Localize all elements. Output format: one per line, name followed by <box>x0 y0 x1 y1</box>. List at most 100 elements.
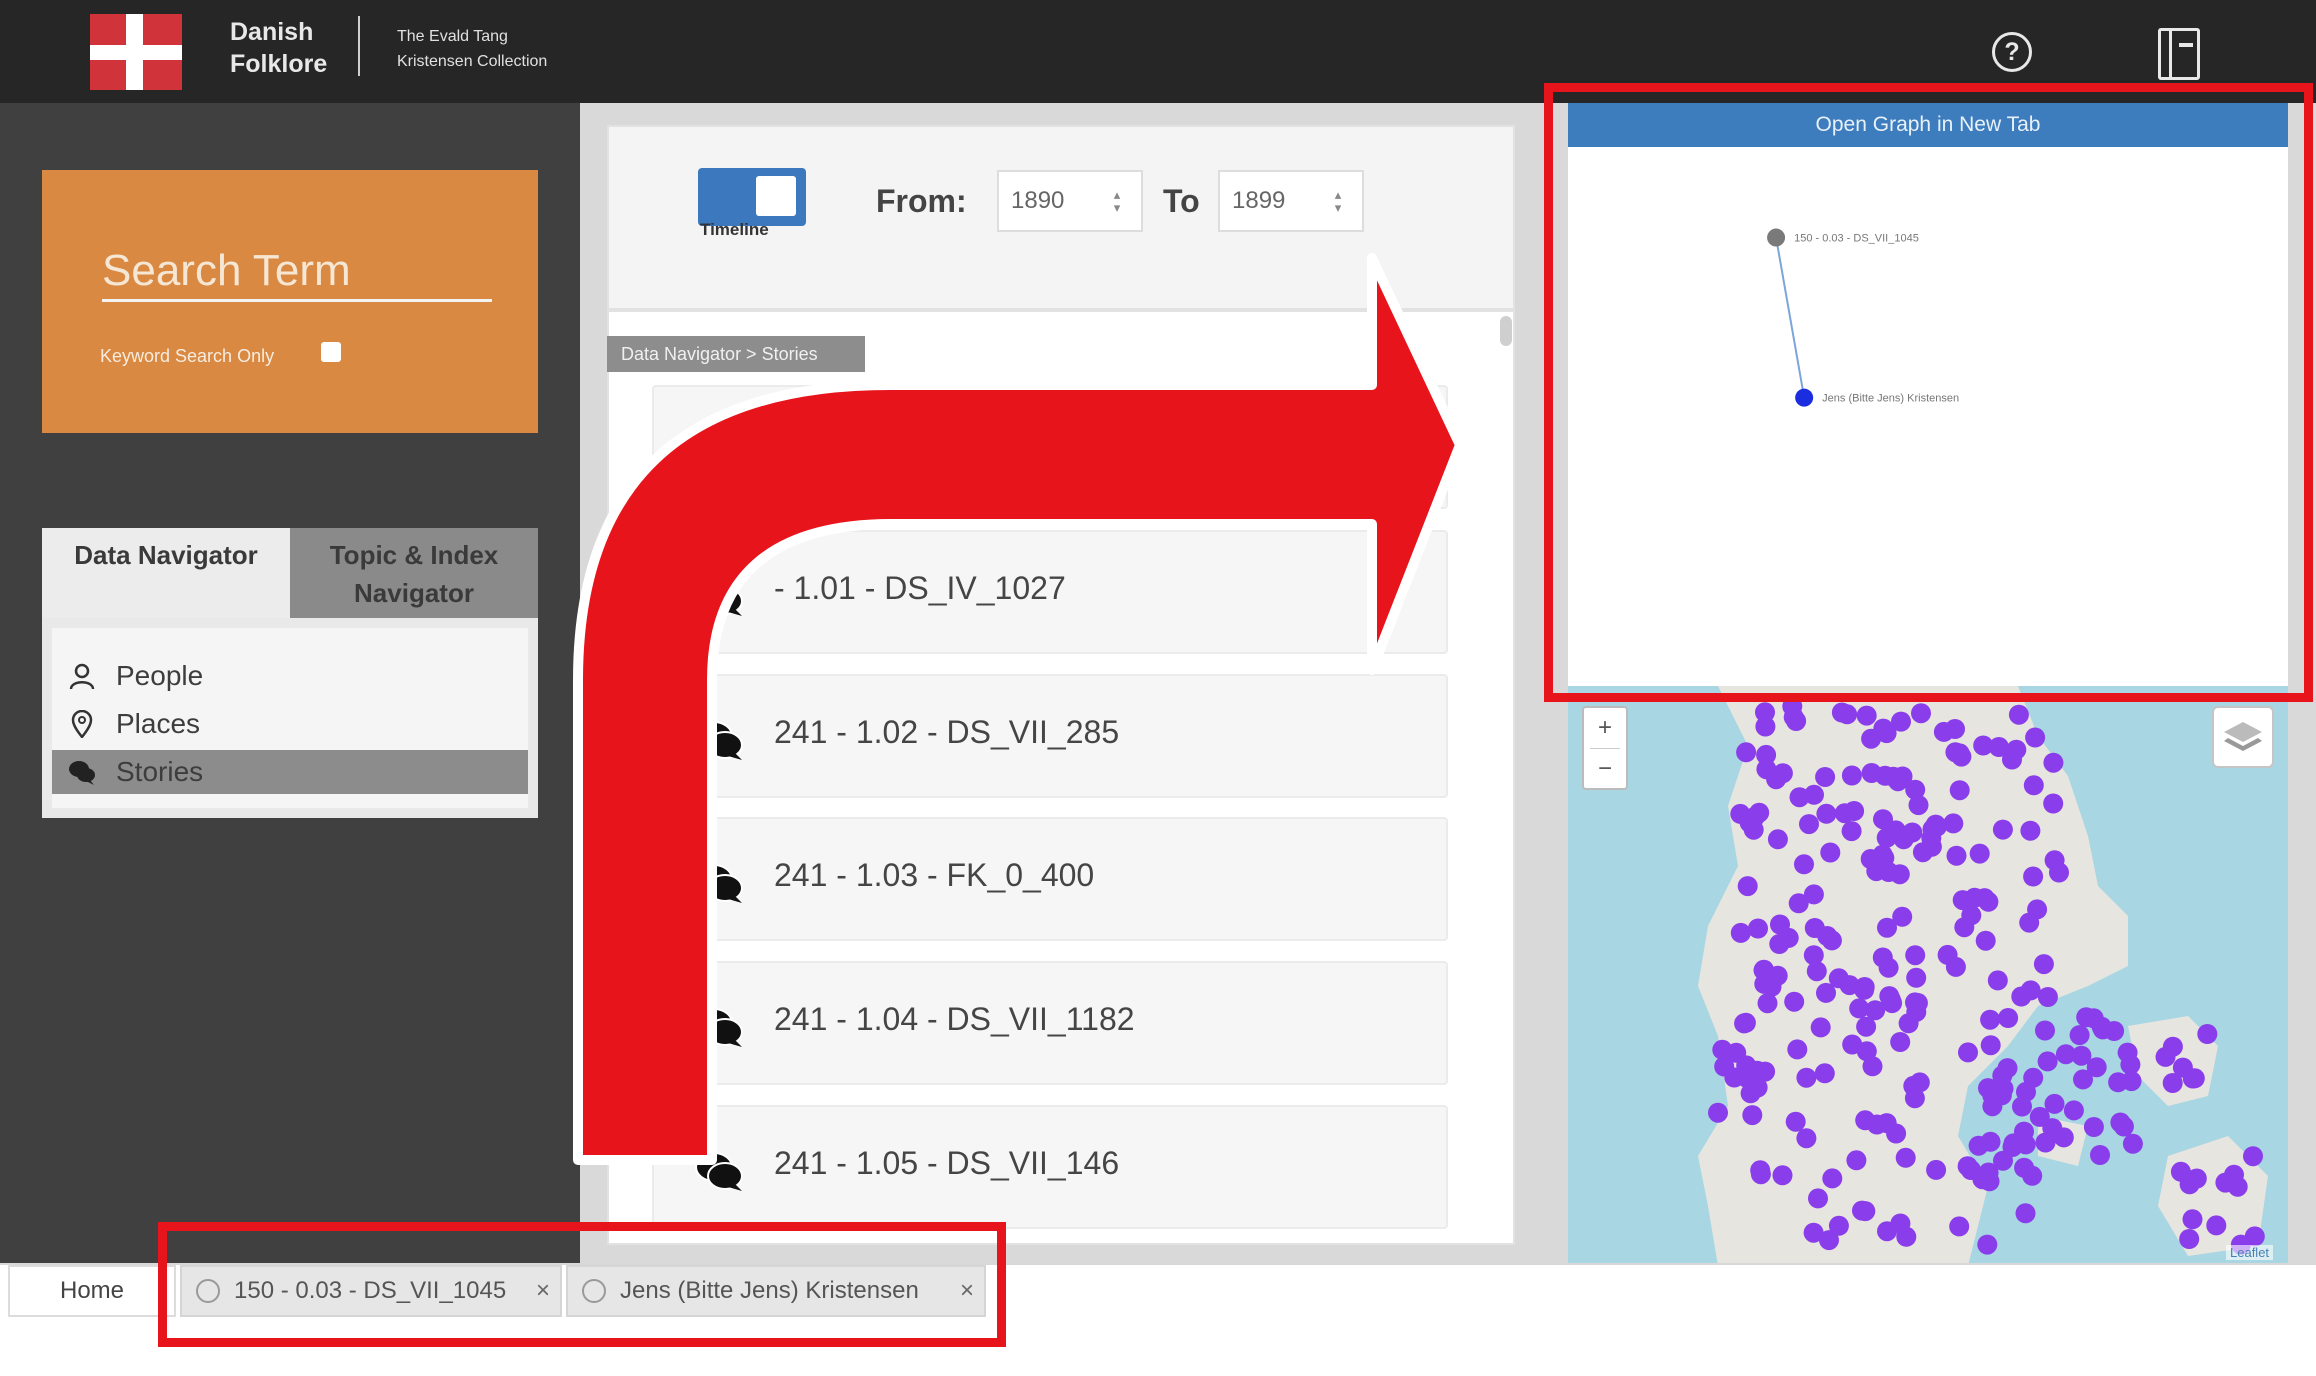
nav-item-people[interactable]: People <box>52 654 528 698</box>
map-marker[interactable] <box>2206 1215 2227 1236</box>
map-marker[interactable] <box>1878 862 1899 882</box>
map-marker[interactable] <box>2083 1117 2104 1137</box>
map-marker[interactable] <box>1992 819 2013 840</box>
map-marker[interactable] <box>2029 1106 2050 1127</box>
map-marker[interactable] <box>1756 759 1777 780</box>
map-marker[interactable] <box>2022 1165 2043 1186</box>
map-marker[interactable] <box>1814 1063 1835 1084</box>
map-marker[interactable] <box>1855 1201 1876 1222</box>
map-marker[interactable] <box>1982 1096 2003 1117</box>
map-marker[interactable] <box>2020 820 2041 841</box>
map-marker[interactable] <box>2083 1008 2104 1029</box>
map-marker[interactable] <box>1877 1221 1897 1242</box>
nav-item-places[interactable]: Places <box>52 702 528 746</box>
map-marker[interactable] <box>1810 1017 1831 1038</box>
map-marker[interactable] <box>2110 1112 2131 1133</box>
map-marker[interactable] <box>2224 1164 2244 1185</box>
map-marker[interactable] <box>1856 705 1877 726</box>
map-marker[interactable] <box>1796 1067 1817 1088</box>
map-canvas[interactable] <box>1568 686 2288 1266</box>
map-marker[interactable] <box>1815 767 1836 787</box>
map-marker[interactable] <box>1943 813 1964 834</box>
map-marker[interactable] <box>1787 1039 1808 1060</box>
map-marker[interactable] <box>1750 1160 1771 1181</box>
map-marker[interactable] <box>1772 1165 1793 1186</box>
map-marker[interactable] <box>1846 1150 1867 1171</box>
map-marker[interactable] <box>2053 1127 2074 1148</box>
map-marker[interactable] <box>2016 1081 2036 1102</box>
map-marker[interactable] <box>2025 727 2046 748</box>
map-marker[interactable] <box>1906 967 1927 988</box>
map-marker[interactable] <box>1726 1042 1747 1063</box>
search-input[interactable] <box>102 242 492 302</box>
map-marker[interactable] <box>1744 1061 1765 1082</box>
map-marker[interactable] <box>2182 1209 2203 1230</box>
map-marker[interactable] <box>2020 980 2041 1001</box>
map-marker[interactable] <box>1808 1188 1828 1209</box>
map-marker[interactable] <box>2243 1146 2263 1167</box>
map-marker[interactable] <box>1964 887 1985 908</box>
map-marker[interactable] <box>1842 1034 1863 1055</box>
map-marker[interactable] <box>1891 711 1911 732</box>
map-marker[interactable] <box>1841 821 1862 842</box>
map-marker[interactable] <box>2044 850 2065 871</box>
map-marker[interactable] <box>1770 914 1790 935</box>
map-marker[interactable] <box>1816 803 1837 824</box>
map-marker[interactable] <box>1873 718 1894 739</box>
map-marker[interactable] <box>1977 1234 1998 1255</box>
map-marker[interactable] <box>1837 704 1858 725</box>
map-marker[interactable] <box>1755 716 1776 737</box>
map-marker[interactable] <box>1820 842 1841 863</box>
map-marker[interactable] <box>1794 854 1814 875</box>
map-marker[interactable] <box>1854 977 1875 997</box>
help-icon[interactable]: ? <box>1992 32 2032 72</box>
map-marker[interactable] <box>1888 771 1908 792</box>
map-marker[interactable] <box>2035 1132 2056 1153</box>
map-panel[interactable] <box>1568 686 2288 1266</box>
zoom-out-button[interactable]: − <box>1584 749 1626 789</box>
map-marker[interactable] <box>1736 742 1757 763</box>
map-marker[interactable] <box>2002 749 2022 770</box>
map-marker[interactable] <box>1926 1159 1947 1180</box>
map-marker[interactable] <box>2121 1071 2142 1092</box>
map-marker[interactable] <box>2015 1203 2036 1224</box>
map-marker[interactable] <box>1969 843 1990 864</box>
map-marker[interactable] <box>1911 703 1931 724</box>
map-marker[interactable] <box>1799 814 1819 835</box>
map-marker[interactable] <box>2043 752 2064 773</box>
map-marker[interactable] <box>1734 1013 1755 1034</box>
map-marker[interactable] <box>1742 1105 1763 1126</box>
map-marker[interactable] <box>1975 930 1996 951</box>
map-marker[interactable] <box>1748 918 1768 939</box>
map-marker[interactable] <box>2090 1145 2110 1165</box>
map-marker[interactable] <box>1898 1013 1919 1034</box>
map-marker[interactable] <box>1949 780 1970 801</box>
brand-title[interactable]: Danish Folklore <box>230 16 327 80</box>
map-marker[interactable] <box>2033 954 2054 975</box>
map-marker[interactable] <box>1861 763 1882 783</box>
map-marker[interactable] <box>1980 1131 2001 1152</box>
map-marker[interactable] <box>1834 803 1855 824</box>
map-marker[interactable] <box>1957 1156 1978 1177</box>
map-marker[interactable] <box>1855 1110 1876 1131</box>
map-marker[interactable] <box>1987 970 2008 991</box>
map-marker[interactable] <box>1739 812 1760 833</box>
map-marker[interactable] <box>1905 992 1925 1013</box>
map-attribution-link[interactable]: Leaflet <box>2226 1245 2274 1260</box>
map-marker[interactable] <box>2071 1045 2092 1066</box>
map-marker[interactable] <box>1998 1008 2019 1028</box>
from-year-spinner[interactable]: ▴ ▾ <box>1110 188 1124 216</box>
map-marker[interactable] <box>1803 945 1824 966</box>
map-marker[interactable] <box>2014 1121 2034 1142</box>
map-marker[interactable] <box>1895 1147 1916 1168</box>
map-marker[interactable] <box>1803 1222 1824 1243</box>
map-marker[interactable] <box>1804 918 1825 938</box>
map-marker[interactable] <box>1925 814 1946 835</box>
to-year-spinner[interactable]: ▴ ▾ <box>1331 188 1345 216</box>
zoom-in-button[interactable]: + <box>1584 708 1626 748</box>
keyword-search-only-checkbox[interactable] <box>321 342 341 362</box>
map-marker[interactable] <box>1873 809 1893 830</box>
map-marker[interactable] <box>1937 944 1958 965</box>
map-marker[interactable] <box>2037 1051 2058 1072</box>
map-marker[interactable] <box>2008 704 2029 725</box>
